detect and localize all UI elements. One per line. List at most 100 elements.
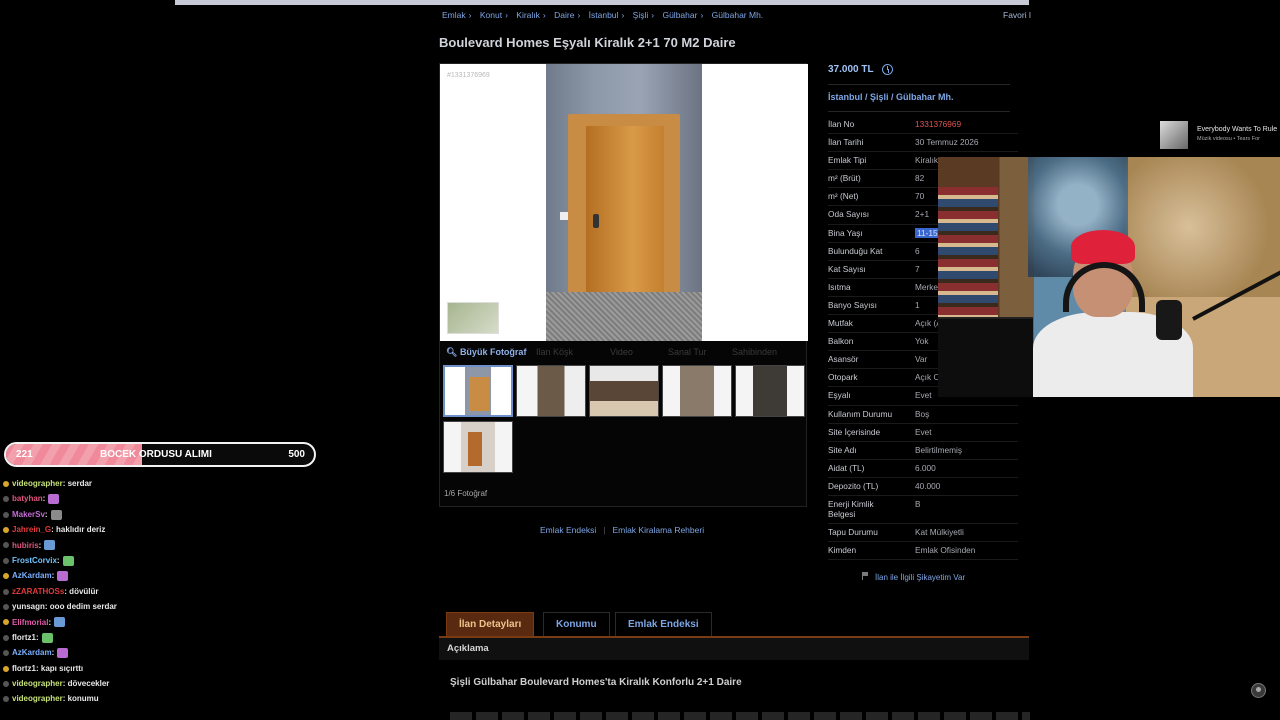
virtual-tour-button[interactable]: Sanal Tur [668, 347, 707, 357]
chat-badge-icon [3, 588, 9, 595]
chat-text: : haklıdır deriz [51, 525, 106, 535]
detail-key: Eşyalı [828, 390, 851, 401]
detail-key: Site İçerisinde [828, 426, 881, 437]
detail-row: Depozito (TL) 40.000 [828, 478, 1018, 496]
tab-konumu[interactable]: Konumu [543, 612, 610, 636]
detail-row: Aidat (TL) 6.000 [828, 460, 1018, 478]
chat-message: batyhan: [3, 491, 323, 506]
webcam-overlay [938, 157, 1280, 397]
chat-badge-icon [3, 665, 9, 672]
thumbnail[interactable] [589, 365, 659, 417]
report-listing-link[interactable]: İlan ile İlgili Şikayetim Var [862, 572, 965, 582]
chat-text: : [36, 632, 39, 642]
chat-username[interactable]: MakerSv [12, 510, 45, 519]
detail-value: Yok [915, 336, 929, 347]
chat-text: : [44, 509, 48, 519]
detail-value: Kat Mülkiyetli [915, 526, 964, 537]
red-hair [1071, 230, 1135, 264]
chat-text: : ooo dedim serdar [44, 602, 117, 612]
detail-value: Emlak Ofisinden [915, 545, 976, 556]
chat-username[interactable]: Jahrein_G [12, 525, 51, 534]
breadcrumb-item[interactable]: Emlak [442, 10, 466, 20]
settings-gear-icon[interactable] [1251, 683, 1266, 698]
favorites-link[interactable]: Favori l [1003, 10, 1031, 20]
divider [828, 84, 1010, 85]
chat-username[interactable]: Elifmorial [12, 618, 48, 627]
breadcrumb-item[interactable]: Şişli [633, 10, 649, 20]
breadcrumb-separator: › [505, 10, 508, 20]
detail-value: 82 [915, 173, 925, 184]
detail-value: Evet [915, 426, 932, 437]
chat-message: zZARATHOSs: dövülür [3, 584, 323, 599]
detail-row: Enerji Kimlik Belgesi B [828, 496, 1018, 524]
detail-key: Balkon [828, 336, 854, 347]
price: 37.000 TL [828, 64, 874, 75]
chat-username[interactable]: FrostCorvix [12, 556, 57, 565]
chat-badge-icon [3, 542, 9, 549]
mini-map-thumb[interactable] [447, 302, 499, 334]
photo-count: 1/6 Fotoğraf [444, 489, 488, 498]
thumbnail[interactable] [662, 365, 732, 417]
breadcrumb-item[interactable]: Daire [554, 10, 574, 20]
chat-username[interactable]: hubiris [12, 541, 39, 550]
main-photo[interactable]: #1331376969 [440, 64, 808, 341]
chat-username[interactable]: videographer [12, 694, 63, 703]
video-button[interactable]: Video [610, 347, 633, 357]
chat-text: : dövecekler [62, 679, 110, 689]
chat-username[interactable]: videographer [12, 479, 63, 488]
chat-username[interactable]: AzKardam [12, 648, 52, 657]
large-photo-button[interactable]: 🔍︎ Büyük Fotoğraf [446, 347, 526, 358]
chat-username[interactable]: yunsagn [12, 602, 45, 611]
detail-key: m² (Brüt) [828, 173, 861, 184]
chat-username[interactable]: AzKardam [12, 571, 52, 580]
chat-username[interactable]: flortz1 [12, 664, 36, 673]
sahibinden-button[interactable]: Sahibinden [732, 347, 777, 357]
thumbnail[interactable] [443, 365, 513, 417]
detail-value: Belirtilmemiş [915, 444, 963, 455]
detail-key: Site Adı [828, 444, 857, 455]
thumbnail[interactable] [516, 365, 586, 417]
chat-text: : [51, 571, 55, 581]
rental-guide-link[interactable]: Emlak Kiralama Rehberi [612, 525, 704, 535]
breadcrumb-separator: › [542, 10, 546, 20]
tab-ilan-detaylari[interactable]: İlan Detayları [446, 612, 535, 636]
chat-badge-icon [3, 480, 9, 487]
chat-username[interactable]: batyhan [12, 494, 43, 503]
chat-username[interactable]: zZARATHOSs [12, 587, 64, 596]
detail-value: 40.000 [915, 480, 941, 491]
door [586, 126, 664, 298]
chat-badge-icon [3, 511, 9, 518]
breadcrumb-item[interactable]: İstanbul [589, 10, 619, 20]
album-art [1160, 121, 1188, 149]
song-title: Everybody Wants To Rule [1197, 126, 1278, 133]
chat-message: yunsagn: ooo dedim serdar [3, 599, 323, 614]
link-separator: | [603, 525, 606, 535]
chat-badge-icon [3, 650, 9, 657]
detail-key: m² (Net) [828, 191, 859, 202]
chat-badge-icon [3, 680, 9, 687]
price-history-icon[interactable] [882, 64, 893, 75]
emote-icon [54, 617, 66, 628]
kiosk-button[interactable]: Ilan Köşk [536, 347, 573, 357]
breadcrumb-item[interactable]: Gülbahar Mh. [712, 10, 764, 20]
chat-username[interactable]: flortz1 [12, 633, 36, 642]
location-link[interactable]: İstanbul / Şişli / Gülbahar Mh. [828, 92, 954, 102]
emote-icon [62, 555, 74, 566]
emlak-endeksi-link[interactable]: Emlak Endeksi [540, 525, 596, 535]
detail-key: Kimden [828, 545, 857, 556]
breadcrumb-separator: › [621, 10, 625, 20]
tab-emlak-endeksi[interactable]: Emlak Endeksi [615, 612, 712, 636]
thumbnail[interactable] [443, 421, 513, 473]
chat-username[interactable]: videographer [12, 679, 63, 688]
emote-icon [44, 540, 56, 551]
thumbnail[interactable] [735, 365, 805, 417]
breadcrumb-item[interactable]: Konut [480, 10, 502, 20]
chat-text: : [56, 555, 60, 565]
detail-value-selected: 11-15 [915, 227, 940, 238]
description-title: Şişli Gülbahar Boulevard Homes'ta Kiralı… [450, 677, 742, 688]
detail-row: Site İçerisinde Evet [828, 424, 1018, 442]
breadcrumb-item[interactable]: Gülbahar [662, 10, 697, 20]
breadcrumb-item[interactable]: Kiralık [516, 10, 540, 20]
photo-id: #1331376969 [447, 72, 490, 79]
description-text-cut [450, 712, 1030, 720]
